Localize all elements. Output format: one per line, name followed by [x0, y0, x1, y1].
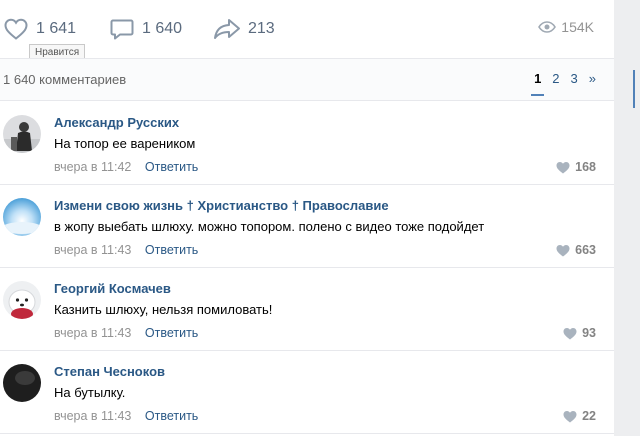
comment-like-count: 93 [582, 326, 596, 340]
comment-item: Георгий Космачев Казнить шлюху, нельзя п… [0, 268, 614, 351]
avatar[interactable] [3, 198, 41, 236]
comment-icon [110, 19, 134, 40]
comment-author[interactable]: Александр Русских [54, 115, 179, 130]
comment-like-button[interactable]: 93 [563, 326, 596, 340]
comments-pagination: 1 2 3 » [523, 71, 596, 96]
share-count: 213 [248, 20, 275, 37]
comments-header: 1 640 комментариев 1 2 3 » [0, 59, 614, 101]
comment-meta: вчера в 11:43 Ответить [54, 243, 198, 257]
comment-item: Александр Русских На топор ее вареником … [0, 102, 614, 185]
comments-count-label: 1 640 комментариев [3, 72, 127, 87]
page-3-link[interactable]: 3 [571, 71, 578, 86]
heart-icon [556, 161, 570, 173]
share-icon [214, 19, 240, 39]
scrollbar-strip[interactable] [614, 0, 640, 436]
comment-like-button[interactable]: 663 [556, 243, 596, 257]
comment-author[interactable]: Измени свою жизнь † Христианство † Право… [54, 198, 389, 213]
heart-icon [563, 410, 577, 422]
next-pages-link[interactable]: » [589, 71, 596, 86]
page-2-link[interactable]: 2 [552, 71, 559, 86]
comment-like-button[interactable]: 168 [556, 160, 596, 174]
reply-button[interactable]: Ответить [145, 160, 198, 174]
comment-like-count: 22 [582, 409, 596, 423]
avatar[interactable] [3, 115, 41, 153]
reply-button[interactable]: Ответить [145, 243, 198, 257]
like-button[interactable]: 1 641 [3, 15, 76, 43]
like-count: 1 641 [36, 20, 77, 37]
comment-time[interactable]: вчера в 11:43 [54, 326, 131, 340]
heart-icon [563, 327, 577, 339]
comment-time[interactable]: вчера в 11:42 [54, 160, 131, 174]
avatar[interactable] [3, 281, 41, 319]
comment-meta: вчера в 11:43 Ответить [54, 409, 198, 423]
comment-meta: вчера в 11:43 Ответить [54, 326, 198, 340]
comment-text: На топор ее вареником [54, 136, 196, 151]
share-button[interactable]: 213 [213, 15, 275, 43]
post-card: 1 641 1 640 213 154K Нравится 1 640 комм… [0, 0, 614, 436]
comment-author[interactable]: Георгий Космачев [54, 281, 171, 296]
comment-item: Степан Чесноков На бутылку. вчера в 11:4… [0, 351, 614, 434]
eye-icon [538, 21, 557, 33]
heart-icon [4, 18, 28, 40]
comment-text: Казнить шлюху, нельзя помиловать! [54, 302, 273, 317]
post-actions-bar: 1 641 1 640 213 154K Нравится [0, 0, 614, 62]
comment-button[interactable]: 1 640 [109, 15, 182, 43]
comment-time[interactable]: вчера в 11:43 [54, 409, 131, 423]
comment-meta: вчера в 11:42 Ответить [54, 160, 198, 174]
comment-text: в жопу выебать шлюху. можно топором. пол… [54, 219, 485, 234]
comment-count: 1 640 [142, 20, 183, 37]
reply-button[interactable]: Ответить [145, 326, 198, 340]
heart-icon [556, 244, 570, 256]
avatar[interactable] [3, 364, 41, 402]
page-1-link[interactable]: 1 [530, 71, 545, 96]
comment-like-count: 168 [575, 160, 596, 174]
reply-button[interactable]: Ответить [145, 409, 198, 423]
comment-item: Измени свою жизнь † Христианство † Право… [0, 185, 614, 268]
comment-time[interactable]: вчера в 11:43 [54, 243, 131, 257]
views-counter: 154K [538, 19, 594, 35]
scrollbar-thumb[interactable] [633, 70, 635, 108]
view-count: 154K [561, 19, 594, 35]
comment-author[interactable]: Степан Чесноков [54, 364, 165, 379]
comment-text: На бутылку. [54, 385, 126, 400]
comment-like-button[interactable]: 22 [563, 409, 596, 423]
comment-like-count: 663 [575, 243, 596, 257]
